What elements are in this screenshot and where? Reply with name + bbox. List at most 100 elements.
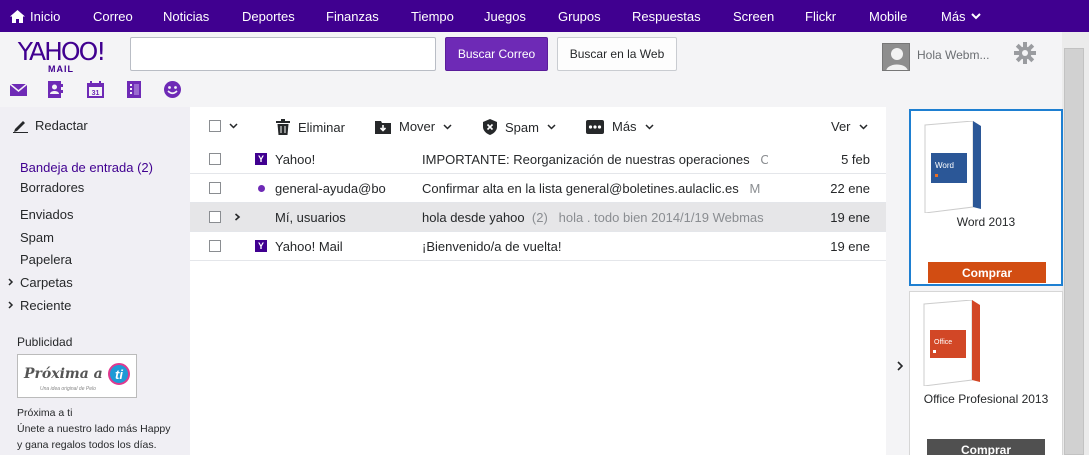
yahoo-icon: Y bbox=[255, 153, 267, 165]
message-checkbox[interactable] bbox=[209, 182, 221, 194]
folder-spam[interactable]: Spam bbox=[20, 230, 54, 245]
search-input[interactable] bbox=[130, 37, 436, 71]
sidebar: Redactar Bandeja de entrada (2) Borrador… bbox=[0, 107, 190, 455]
nav-juegos[interactable]: Juegos bbox=[484, 9, 526, 24]
shield-icon bbox=[483, 119, 497, 135]
nav-home[interactable]: Inicio bbox=[10, 9, 60, 24]
view-button[interactable]: Ver bbox=[831, 119, 868, 134]
nav-mobile[interactable]: Mobile bbox=[869, 9, 907, 24]
message-date: 19 ene bbox=[830, 210, 870, 225]
message-toolbar: Eliminar Mover Spam Más Ver bbox=[190, 107, 886, 145]
sidebar-ad-logo-tag: Una idea original de Pelo bbox=[40, 386, 96, 392]
sidebar-ad-heading: Publicidad bbox=[17, 335, 73, 349]
folder-trash[interactable]: Papelera bbox=[20, 252, 72, 267]
message-subject: Confirmar alta en la lista general@bolet… bbox=[422, 181, 739, 196]
select-all-dropdown[interactable] bbox=[209, 120, 238, 132]
message-subject-line: hola desde yahoo (2) hola . todo bien 20… bbox=[422, 210, 768, 225]
chevron-down-icon bbox=[547, 124, 556, 130]
sidebar-ad-text[interactable]: Próxima a ti Únete a nuestro lado más Ha… bbox=[17, 405, 171, 453]
more-dots-icon bbox=[586, 119, 604, 134]
nav-noticias[interactable]: Noticias bbox=[163, 9, 209, 24]
logo-subtext: MAIL bbox=[48, 64, 74, 74]
chevron-down-icon bbox=[645, 123, 654, 130]
message-sender: general-ayuda@bo bbox=[275, 181, 386, 196]
message-subject-line: ¡Bienvenido/a de vuelta! bbox=[422, 239, 768, 254]
thread-count: (2) bbox=[531, 210, 548, 225]
contacts-icon[interactable] bbox=[48, 81, 63, 98]
recent-expander[interactable]: Reciente bbox=[8, 298, 71, 313]
user-silhouette-icon bbox=[886, 48, 908, 70]
nav-grupos[interactable]: Grupos bbox=[558, 9, 601, 24]
nav-screen[interactable]: Screen bbox=[733, 9, 774, 24]
mail-icon[interactable] bbox=[10, 83, 27, 96]
select-all-checkbox[interactable] bbox=[209, 120, 221, 132]
mail-header: YAHOO! MAIL Buscar Correo Buscar en la W… bbox=[0, 32, 1062, 107]
search-mail-button[interactable]: Buscar Correo bbox=[445, 37, 548, 71]
spam-button[interactable]: Spam bbox=[483, 119, 556, 135]
nav-more[interactable]: Más bbox=[941, 9, 981, 24]
folders-expander-label: Carpetas bbox=[20, 275, 73, 290]
message-row[interactable]: Y Yahoo! IMPORTANTE: Reorganización de n… bbox=[190, 145, 886, 174]
calendar-icon[interactable]: 31 bbox=[87, 81, 104, 98]
message-subject-line: Confirmar alta en la lista general@bolet… bbox=[422, 181, 768, 196]
move-label: Mover bbox=[399, 119, 436, 134]
message-sender: Yahoo! bbox=[275, 152, 316, 167]
message-date: 22 ene bbox=[830, 181, 870, 196]
word-product-box-icon: Word bbox=[924, 121, 981, 213]
sidebar-ad-logo-ti: ti bbox=[108, 363, 130, 385]
chevron-down-icon bbox=[970, 13, 981, 20]
nav-tiempo[interactable]: Tiempo bbox=[411, 9, 454, 24]
pencil-icon bbox=[13, 121, 28, 133]
move-button[interactable]: Mover bbox=[375, 119, 452, 134]
chevron-right-icon[interactable] bbox=[234, 209, 241, 225]
gear-icon[interactable] bbox=[1014, 42, 1036, 64]
compose-button[interactable]: Redactar bbox=[13, 118, 88, 133]
more-actions-button[interactable]: Más bbox=[586, 119, 654, 134]
message-row[interactable]: general-ayuda@bo Confirmar alta en la li… bbox=[190, 174, 886, 203]
ad-word-2013[interactable]: Word Word 2013 Comprar bbox=[909, 109, 1063, 286]
unread-dot-icon[interactable] bbox=[258, 185, 265, 192]
avatar[interactable] bbox=[882, 43, 910, 71]
message-date: 19 ene bbox=[830, 239, 870, 254]
user-greeting[interactable]: Hola Webm... bbox=[917, 48, 989, 62]
folder-inbox[interactable]: Bandeja de entrada (2) bbox=[20, 160, 153, 175]
collapse-ads-chevron-icon[interactable] bbox=[897, 360, 903, 372]
message-row[interactable]: Mí, usuarios hola desde yahoo (2) hola .… bbox=[190, 203, 886, 232]
yahoo-mail-logo[interactable]: YAHOO! MAIL bbox=[15, 39, 107, 74]
sidebar-ad-logo-text: Próxima a bbox=[24, 366, 103, 382]
nav-finanzas[interactable]: Finanzas bbox=[326, 9, 379, 24]
nav-home-label: Inicio bbox=[30, 9, 61, 24]
messenger-icon[interactable] bbox=[164, 81, 181, 98]
notepad-icon[interactable] bbox=[127, 81, 141, 98]
message-list: Y Yahoo! IMPORTANTE: Reorganización de n… bbox=[190, 145, 886, 455]
message-checkbox[interactable] bbox=[209, 240, 221, 252]
folder-drafts[interactable]: Borradores bbox=[20, 180, 84, 195]
message-subject: hola desde yahoo bbox=[422, 210, 525, 225]
ad-office-2013[interactable]: Office Office Profesional 2013 Comprar bbox=[909, 291, 1063, 455]
buy-button[interactable]: Comprar bbox=[928, 262, 1046, 283]
folder-sent[interactable]: Enviados bbox=[20, 207, 73, 222]
search-web-button[interactable]: Buscar en la Web bbox=[557, 37, 677, 71]
svg-text:31: 31 bbox=[92, 90, 100, 97]
buy-button[interactable]: Comprar bbox=[927, 439, 1045, 455]
folders-expander[interactable]: Carpetas bbox=[8, 275, 73, 290]
more-actions-label: Más bbox=[612, 119, 637, 134]
nav-deportes[interactable]: Deportes bbox=[242, 9, 295, 24]
nav-respuestas[interactable]: Respuestas bbox=[632, 9, 701, 24]
message-snippet: hola . todo bien 2014/1/19 Webmas bbox=[558, 210, 764, 225]
message-subject: IMPORTANTE: Reorganización de nuestras o… bbox=[422, 152, 750, 167]
nav-flickr[interactable]: Flickr bbox=[805, 9, 836, 24]
message-checkbox[interactable] bbox=[209, 211, 221, 223]
product-box-label: Office bbox=[934, 339, 952, 346]
message-checkbox[interactable] bbox=[209, 153, 221, 165]
message-row[interactable]: Y Yahoo! Mail ¡Bienvenido/a de vuelta! 1… bbox=[190, 232, 886, 261]
top-navigation-bar: Inicio Correo Noticias Deportes Finanzas… bbox=[0, 0, 1089, 32]
message-snippet: M bbox=[749, 181, 761, 196]
scrollbar-thumb[interactable] bbox=[1064, 48, 1084, 455]
yahoo-icon: Y bbox=[255, 240, 267, 252]
nav-correo[interactable]: Correo bbox=[93, 9, 133, 24]
sidebar-ad-logo[interactable]: Próxima a ti Una idea original de Pelo bbox=[17, 354, 137, 398]
delete-button[interactable]: Eliminar bbox=[276, 119, 345, 135]
message-sender: Yahoo! Mail bbox=[275, 239, 343, 254]
product-box-label: Word bbox=[935, 161, 954, 170]
